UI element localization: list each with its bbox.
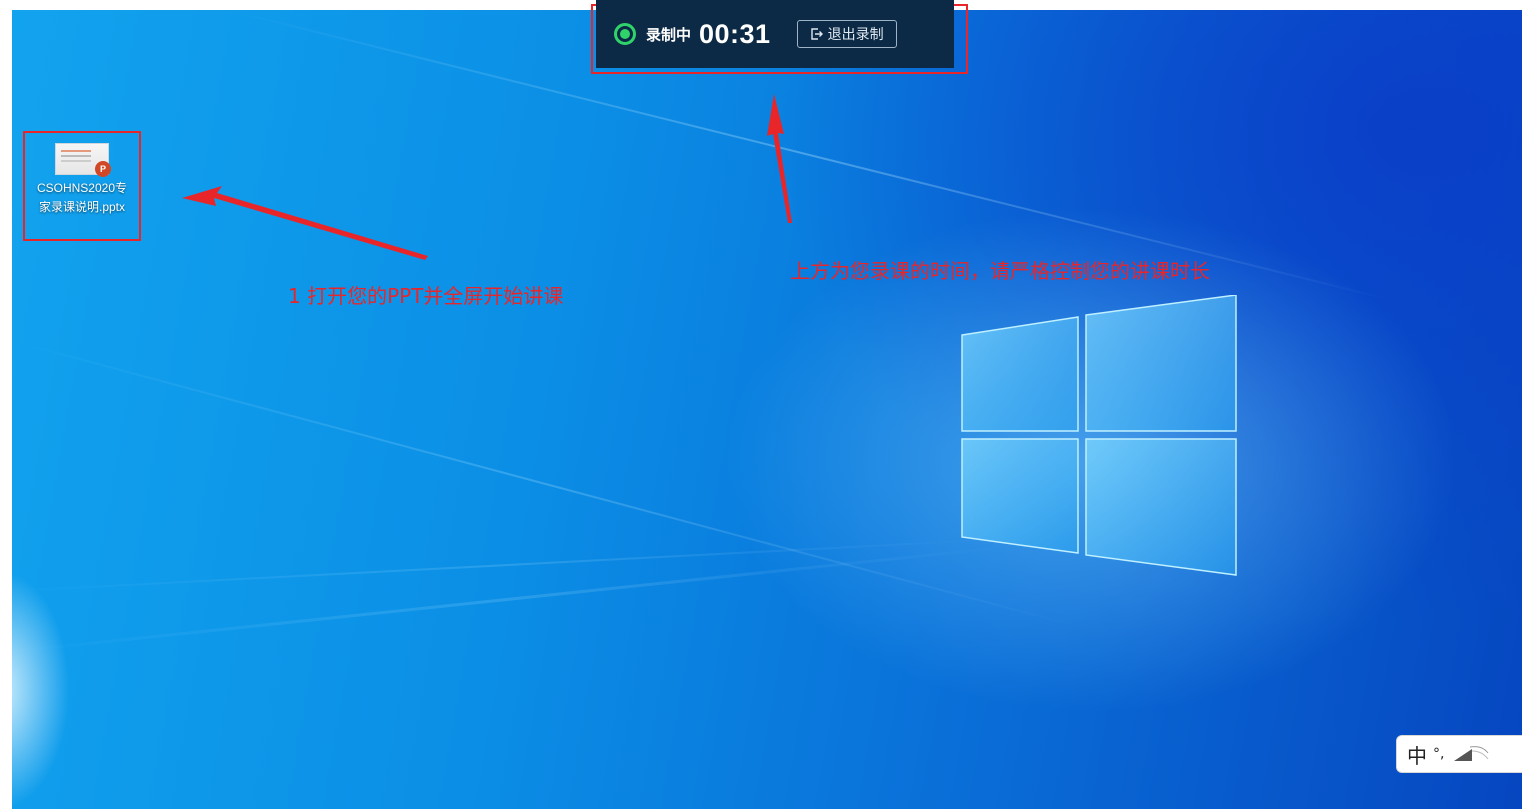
light-beam [12, 538, 991, 592]
light-beam [12, 340, 1075, 627]
recording-toolbar: 录制中 00:31 退出录制 [596, 0, 954, 68]
ime-toolbar[interactable]: 中 °, [1397, 736, 1522, 772]
ime-skin-icon[interactable] [1450, 743, 1490, 765]
desktop-icon-pptx[interactable]: P CSOHNS2020专家录课说明.pptx [23, 131, 141, 241]
recording-status: 录制中 [646, 25, 692, 44]
screen: P CSOHNS2020专家录课说明.pptx 1 打开您的PPT并全屏开始讲课… [0, 0, 1522, 809]
light-beam [12, 545, 1007, 653]
recording-indicator-icon [614, 23, 636, 45]
annotation-timer-note: 上方为您录课的时间，请严格控制您的讲课时长 [790, 259, 1210, 283]
recording-timer: 00:31 [699, 18, 771, 49]
annotation-step1: 1 打开您的PPT并全屏开始讲课 [288, 284, 564, 308]
desktop-icon-label: CSOHNS2020专家录课说明.pptx [36, 181, 128, 214]
ime-mode-toggle[interactable]: 中 [1407, 740, 1427, 769]
arrow-to-icon [182, 186, 428, 260]
pptx-thumbnail: P [55, 143, 111, 177]
desktop-wallpaper: P CSOHNS2020专家录课说明.pptx 1 打开您的PPT并全屏开始讲课… [12, 10, 1522, 809]
ime-punctuation-toggle[interactable]: °, [1433, 746, 1444, 762]
exit-recording-label: 退出录制 [827, 27, 884, 43]
powerpoint-icon: P [95, 161, 111, 177]
arrow-to-recorder [767, 94, 792, 223]
annotation-arrows [182, 94, 792, 260]
wallpaper-glow [12, 570, 70, 809]
exit-icon [810, 28, 823, 40]
exit-recording-button[interactable]: 退出录制 [796, 20, 897, 48]
windows-logo [961, 295, 1237, 576]
